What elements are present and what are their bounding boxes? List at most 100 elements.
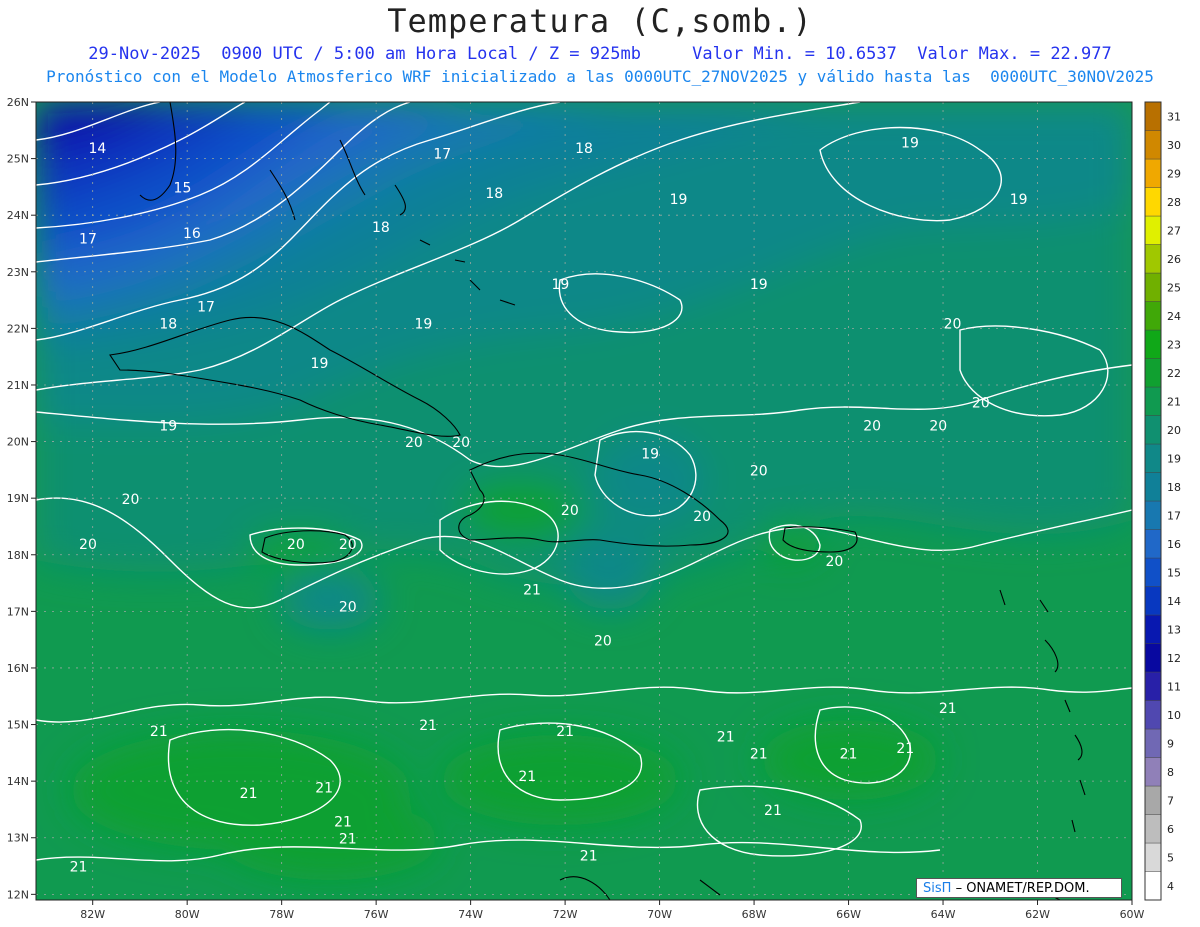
credit-text: – ONAMET/REP.DOM. bbox=[955, 881, 1090, 896]
colorbar-swatch bbox=[1144, 757, 1162, 787]
colorbar-swatch bbox=[1144, 187, 1162, 217]
y-tick-label: 17N bbox=[7, 605, 29, 618]
isotherm-label: 21 bbox=[717, 730, 735, 746]
colorbar-label: 14 bbox=[1167, 595, 1181, 608]
colorbar-label: 5 bbox=[1167, 851, 1174, 864]
y-tick-label: 13N bbox=[7, 832, 29, 845]
colorbar-label: 8 bbox=[1167, 766, 1174, 779]
colorbar-label: 21 bbox=[1167, 395, 1181, 408]
isotherm-label: 21 bbox=[580, 848, 598, 864]
isotherm-label: 19 bbox=[641, 447, 659, 463]
x-tick-label: 70W bbox=[647, 908, 672, 921]
isotherm-label: 20 bbox=[863, 418, 881, 434]
isotherm-label: 21 bbox=[339, 831, 357, 847]
x-tick-label: 76W bbox=[364, 908, 389, 921]
temperature-map: 26N 25N 24N 23N 22N 21N 20N 19N 18N 17N 16N 15N 14N 1… bbox=[7, 96, 1181, 921]
isotherm-label: 16 bbox=[183, 226, 201, 242]
y-tick-label: 21N bbox=[7, 379, 29, 392]
isotherm-label: 21 bbox=[764, 803, 782, 819]
isotherm-label: 20 bbox=[339, 599, 357, 615]
x-tick-label: 60W bbox=[1120, 908, 1145, 921]
longitude-axis: 82W 80W 78W 76W 74W 72W 70W 68W 66W 64W 62W 60W bbox=[80, 900, 1145, 921]
colorbar-label: 15 bbox=[1167, 566, 1181, 579]
isotherm-label: 21 bbox=[70, 860, 88, 876]
colorbar-swatch bbox=[1144, 215, 1162, 245]
colorbar-label: 30 bbox=[1167, 139, 1181, 152]
colorbar-swatch bbox=[1144, 101, 1162, 131]
isotherm-label: 18 bbox=[575, 141, 593, 157]
x-tick-label: 62W bbox=[1025, 908, 1050, 921]
isotherm-label: 21 bbox=[750, 747, 768, 763]
isotherm-label: 21 bbox=[240, 786, 258, 802]
colorbar-swatch bbox=[1144, 386, 1162, 416]
colorbar-label: 25 bbox=[1167, 281, 1181, 294]
colorbar-label: 26 bbox=[1167, 253, 1181, 266]
colorbar-label: 9 bbox=[1167, 737, 1174, 750]
x-tick-label: 80W bbox=[175, 908, 200, 921]
colorbar-label: 11 bbox=[1167, 680, 1181, 693]
isotherm-label: 19 bbox=[551, 277, 569, 293]
y-tick-label: 16N bbox=[7, 662, 29, 675]
isotherm-label: 17 bbox=[197, 299, 215, 315]
isotherm-label: 20 bbox=[594, 633, 612, 649]
y-tick-label: 22N bbox=[7, 322, 29, 335]
isotherm-label: 20 bbox=[287, 537, 305, 553]
x-tick-label: 66W bbox=[836, 908, 861, 921]
colorbar-swatch bbox=[1144, 671, 1162, 701]
x-tick-label: 78W bbox=[269, 908, 294, 921]
x-tick-label: 68W bbox=[742, 908, 767, 921]
isotherm-label: 18 bbox=[372, 220, 390, 236]
isotherm-label: 20 bbox=[944, 316, 962, 332]
colorbar-swatch bbox=[1144, 700, 1162, 730]
latitude-axis: 26N 25N 24N 23N 22N 21N 20N 19N 18N 17N 16N 15N 14N 1… bbox=[7, 96, 36, 901]
colorbar-label: 28 bbox=[1167, 196, 1181, 209]
colorbar-swatch bbox=[1144, 500, 1162, 530]
colorbar-swatch bbox=[1144, 272, 1162, 302]
isotherm-label: 20 bbox=[79, 537, 97, 553]
colorbar-swatch bbox=[1144, 557, 1162, 587]
credit-box: SisΠ – ONAMET/REP.DOM. bbox=[916, 878, 1122, 898]
isotherm-label: 21 bbox=[315, 780, 333, 796]
colorbar-label: 19 bbox=[1167, 452, 1181, 465]
isotherm-label: 20 bbox=[693, 509, 711, 525]
colorbar-swatch bbox=[1144, 586, 1162, 616]
isotherm-label: 21 bbox=[518, 769, 536, 785]
colorbar-label: 10 bbox=[1167, 709, 1181, 722]
isotherm-label: 14 bbox=[88, 141, 106, 157]
y-tick-label: 25N bbox=[7, 153, 29, 166]
isotherm-label: 21 bbox=[150, 724, 168, 740]
colorbar-label: 27 bbox=[1167, 224, 1181, 237]
isotherm-label: 20 bbox=[750, 464, 768, 480]
isotherm-label: 17 bbox=[79, 231, 97, 247]
colorbar-swatch bbox=[1144, 244, 1162, 274]
colorbar-swatch bbox=[1144, 158, 1162, 188]
isotherm-label: 18 bbox=[485, 186, 503, 202]
y-tick-label: 15N bbox=[7, 719, 29, 732]
y-tick-label: 18N bbox=[7, 549, 29, 562]
colorbar-swatch bbox=[1144, 728, 1162, 758]
y-tick-label: 19N bbox=[7, 492, 29, 505]
colorbar-swatch bbox=[1144, 130, 1162, 160]
colorbar-label: 22 bbox=[1167, 367, 1181, 380]
isotherm-label: 20 bbox=[825, 554, 843, 570]
isotherm-label: 20 bbox=[929, 418, 947, 434]
y-tick-label: 26N bbox=[7, 96, 29, 109]
colorbar-label: 23 bbox=[1167, 338, 1181, 351]
isotherm-label: 20 bbox=[122, 492, 140, 508]
x-tick-label: 72W bbox=[553, 908, 578, 921]
colorbar-swatch bbox=[1144, 415, 1162, 445]
colorbar-swatch bbox=[1144, 443, 1162, 473]
colorbar-label: 16 bbox=[1167, 538, 1181, 551]
isotherm-label: 21 bbox=[939, 701, 957, 717]
isotherm-label: 20 bbox=[972, 396, 990, 412]
colorbar-label: 6 bbox=[1167, 823, 1174, 836]
isotherm-label: 19 bbox=[414, 316, 432, 332]
x-tick-label: 74W bbox=[458, 908, 483, 921]
colorbar-swatch bbox=[1144, 529, 1162, 559]
sispi-logo: SisΠ bbox=[923, 881, 952, 896]
colorbar-swatch bbox=[1144, 472, 1162, 502]
isotherm-label: 21 bbox=[419, 718, 437, 734]
isotherm-label: 19 bbox=[901, 135, 919, 151]
colorbar-swatch bbox=[1144, 814, 1162, 844]
colorbar-legend: 4 5 6 7 8 9 10 11 12 13 14 15 16 17 18 19 20 21 22 23 24 25 26… bbox=[1144, 101, 1181, 901]
